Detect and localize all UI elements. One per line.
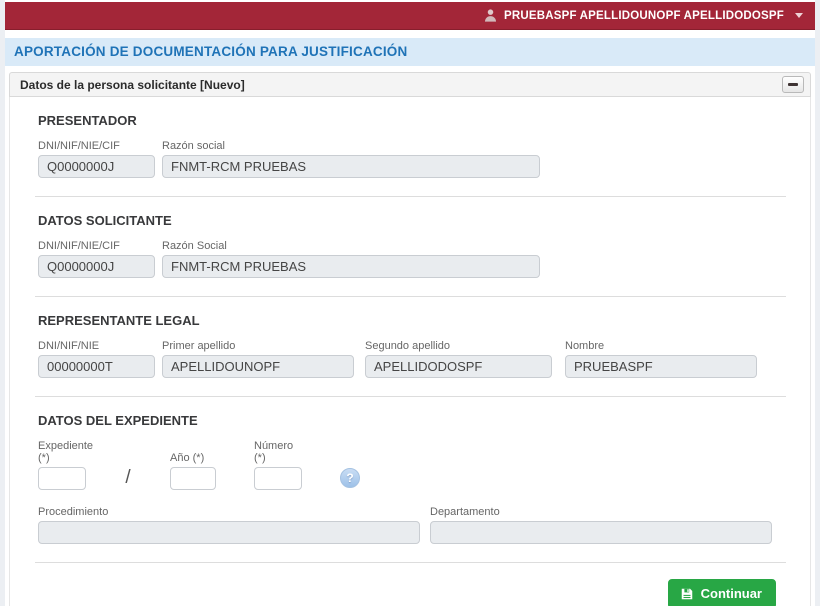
expediente-label: Expediente (*)	[38, 440, 94, 464]
numero-input[interactable]	[254, 467, 302, 490]
presentador-razon-label: Razón social	[162, 140, 225, 152]
anio-input[interactable]	[170, 467, 216, 490]
panel-header: Datos de la persona solicitante [Nuevo]	[9, 72, 811, 97]
field-expediente: Expediente (*)	[38, 440, 94, 490]
field-presentador-nif: DNI/NIF/NIE/CIF	[38, 140, 155, 178]
expediente-input[interactable]	[38, 467, 86, 490]
collapse-panel-button[interactable]	[782, 76, 804, 93]
field-numero: Número (*)	[254, 440, 302, 490]
section-expediente: DATOS DEL EXPEDIENTE Expediente (*) / Añ…	[38, 397, 786, 544]
field-representante-apellido1: Primer apellido	[162, 340, 354, 378]
procedimiento-label: Procedimiento	[38, 506, 109, 518]
continue-button[interactable]: Continuar	[667, 579, 776, 606]
representante-apellido1-label: Primer apellido	[162, 340, 236, 352]
presentador-fields: DNI/NIF/NIE/CIF Razón social	[38, 140, 786, 178]
representante-apellido2-label: Segundo apellido	[365, 340, 451, 352]
save-icon	[680, 587, 694, 601]
representante-nombre-label: Nombre	[565, 340, 605, 352]
section-heading-representante: REPRESENTANTE LEGAL	[38, 313, 200, 328]
user-menu[interactable]: PRUEBASPF APELLIDOUNOPF APELLIDODOSPF	[484, 9, 803, 22]
panel-body: PRESENTADOR DNI/NIF/NIE/CIF Razón social…	[9, 97, 811, 606]
presentador-nif-input	[38, 155, 155, 178]
section-solicitante: DATOS SOLICITANTE DNI/NIF/NIE/CIF Razón …	[38, 197, 786, 278]
presentador-razon-input	[162, 155, 540, 178]
representante-fields: DNI/NIF/NIE Primer apellido Segundo apel…	[38, 340, 786, 378]
anio-label: Año (*)	[170, 452, 205, 464]
section-heading-solicitante: DATOS SOLICITANTE	[38, 213, 172, 228]
procedimiento-fields: Procedimiento Departamento	[38, 506, 786, 544]
solicitante-razon-label: Razón Social	[162, 240, 227, 252]
page-title: APORTACIÓN DE DOCUMENTACIÓN PARA JUSTIFI…	[14, 44, 408, 59]
page-title-bar: APORTACIÓN DE DOCUMENTACIÓN PARA JUSTIFI…	[5, 38, 815, 66]
help-icon[interactable]: ?	[340, 468, 360, 488]
continue-button-label: Continuar	[700, 586, 762, 601]
departamento-label: Departamento	[430, 506, 500, 518]
expediente-fields: Expediente (*) / Año (*) Número (*) ?	[38, 440, 786, 490]
field-solicitante-razon: Razón Social	[162, 240, 540, 278]
minus-icon	[788, 83, 798, 86]
user-name: PRUEBASPF APELLIDOUNOPF APELLIDODOSPF	[503, 9, 784, 22]
field-representante-apellido2: Segundo apellido	[365, 340, 552, 378]
solicitante-nif-input	[38, 255, 155, 278]
section-presentador: PRESENTADOR DNI/NIF/NIE/CIF Razón social	[38, 97, 786, 178]
expediente-separator: /	[125, 467, 131, 488]
numero-label: Número (*)	[254, 440, 294, 464]
representante-apellido2-input	[365, 355, 552, 378]
procedimiento-input	[38, 521, 420, 544]
solicitante-fields: DNI/NIF/NIE/CIF Razón Social	[38, 240, 786, 278]
solicitante-nif-label: DNI/NIF/NIE/CIF	[38, 240, 120, 252]
field-solicitante-nif: DNI/NIF/NIE/CIF	[38, 240, 155, 278]
presentador-nif-label: DNI/NIF/NIE/CIF	[38, 140, 120, 152]
applicant-data-panel: Datos de la persona solicitante [Nuevo] …	[9, 72, 811, 606]
user-icon	[484, 9, 497, 22]
field-procedimiento: Procedimiento	[38, 506, 420, 544]
top-header-bar: PRUEBASPF APELLIDOUNOPF APELLIDODOSPF	[5, 2, 815, 30]
field-anio: Año (*)	[170, 452, 216, 490]
departamento-input	[430, 521, 772, 544]
chevron-down-icon	[795, 13, 803, 18]
footer-actions: Continuar	[38, 563, 786, 606]
field-representante-nombre: Nombre	[565, 340, 757, 378]
page-container: PRUEBASPF APELLIDOUNOPF APELLIDODOSPF AP…	[5, 0, 815, 606]
representante-nif-label: DNI/NIF/NIE	[38, 340, 100, 352]
representante-apellido1-input	[162, 355, 354, 378]
field-representante-nif: DNI/NIF/NIE	[38, 340, 155, 378]
section-heading-presentador: PRESENTADOR	[38, 113, 137, 128]
representante-nif-input	[38, 355, 155, 378]
representante-nombre-input	[565, 355, 757, 378]
solicitante-razon-input	[162, 255, 540, 278]
section-representante: REPRESENTANTE LEGAL DNI/NIF/NIE Primer a…	[38, 297, 786, 378]
field-presentador-razon: Razón social	[162, 140, 540, 178]
section-heading-expediente: DATOS DEL EXPEDIENTE	[38, 413, 198, 428]
field-departamento: Departamento	[430, 506, 772, 544]
panel-title: Datos de la persona solicitante [Nuevo]	[20, 77, 245, 92]
